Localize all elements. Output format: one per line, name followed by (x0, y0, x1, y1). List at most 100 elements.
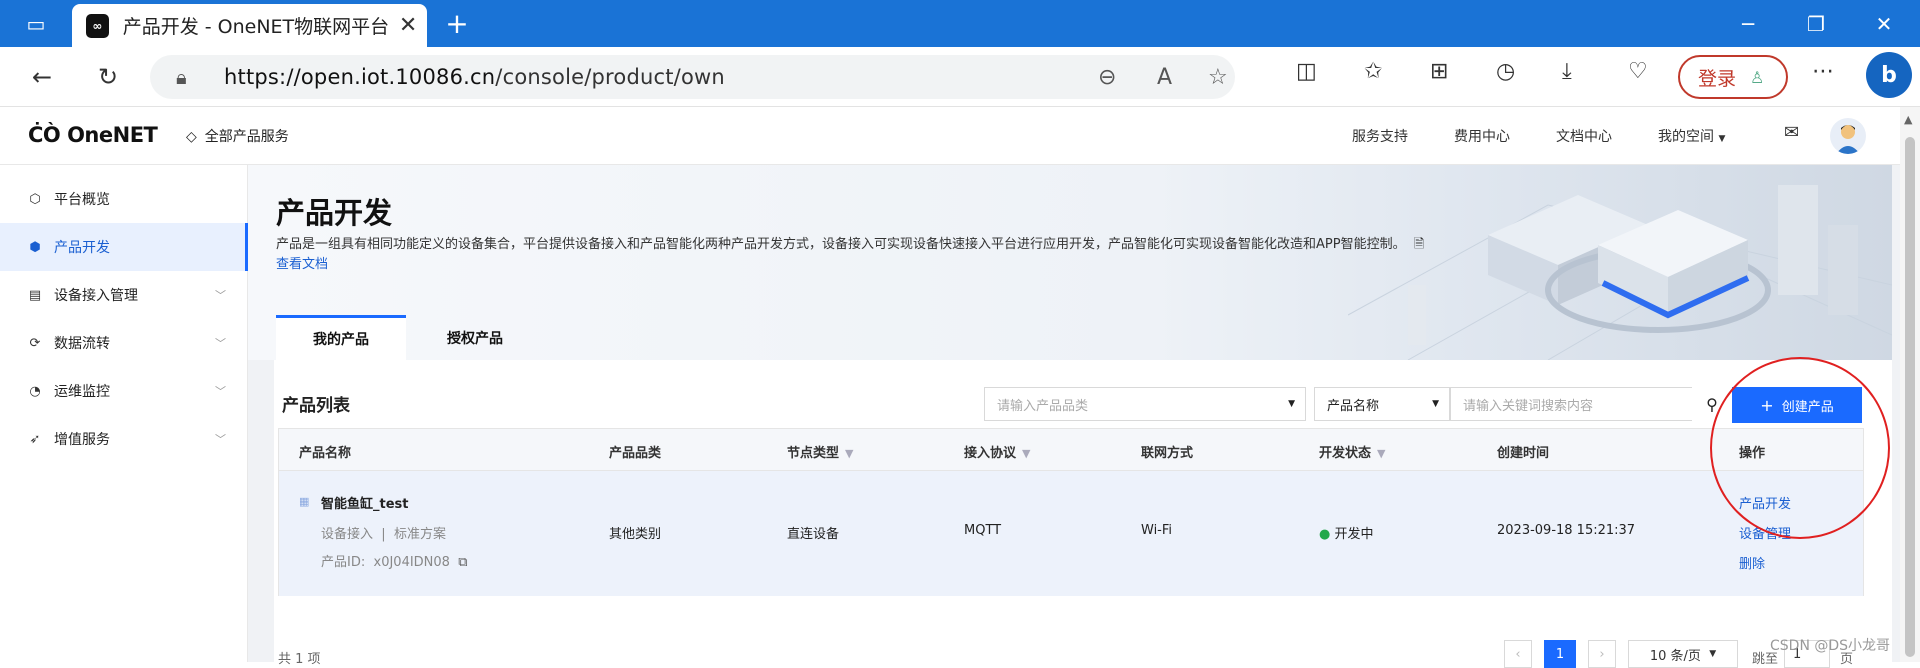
lock-icon: 🔒︎ (176, 65, 187, 89)
sidebar-item-label: 增值服务 (54, 432, 110, 448)
col-network: 联网方式 (1141, 446, 1194, 461)
status-dot-icon: ● (1319, 527, 1331, 542)
col-protocol[interactable]: 接入协议 ▼ (964, 442, 1030, 461)
caret-down-icon: ▼ (1432, 399, 1439, 409)
rocket-icon: ➶ (29, 431, 41, 447)
sidebar-item-overview[interactable]: ⬡ 平台概览 (0, 175, 248, 223)
monitor-icon: ◔ (29, 383, 41, 399)
chevron-down-icon: ﹀ (215, 337, 226, 350)
refresh-icon[interactable]: ↻ (88, 57, 128, 97)
product-id: 产品ID: x0J04IDN08 ⧉ (321, 555, 468, 570)
sidebar-item-device-access[interactable]: ▤ 设备接入管理 ﹀ (0, 271, 248, 319)
prev-page-button[interactable]: ‹ (1504, 640, 1532, 668)
favorite-star-icon[interactable]: ☆ (1208, 65, 1228, 90)
sidebar-item-dataflow[interactable]: ⟳ 数据流转 ﹀ (0, 319, 248, 367)
new-tab-icon[interactable]: + (427, 0, 487, 47)
split-screen-icon[interactable]: ◫ (1296, 59, 1317, 84)
browser-essentials-icon[interactable]: ♡ (1628, 59, 1648, 84)
watermark: CSDN @DS小龙哥 (1770, 638, 1891, 654)
sidebar-item-label: 数据流转 (54, 336, 110, 352)
login-label: 登录 (1698, 67, 1737, 90)
cube-icon: ⬢ (29, 239, 41, 255)
col-node-type[interactable]: 节点类型 ▼ (787, 442, 853, 461)
sidebar-item-monitoring[interactable]: ◔ 运维监控 ﹀ (0, 367, 248, 415)
chevron-down-icon: ﹀ (215, 289, 226, 302)
address-bar[interactable]: 🔒︎ https://open.iot.10086.cn/console/pro… (150, 55, 1235, 99)
back-icon[interactable]: ← (22, 57, 62, 97)
sidebar: ⬡ 平台概览 ⬢ 产品开发 ▤ 设备接入管理 ﹀ ⟳ 数据流转 ﹀ ◔ 运维监控 ﹀ ➶ 增值服务… (0, 165, 248, 662)
view-docs-link[interactable]: 查看文档 (276, 257, 328, 272)
page-size-select[interactable]: 10 条/页 ▼ (1628, 640, 1738, 668)
caret-down-icon: ▼ (1709, 649, 1717, 659)
cell-status: ● 开发中 (1319, 527, 1374, 542)
product-list-title: 产品列表 (282, 396, 350, 416)
category-select[interactable]: 请输入产品品类 ▼ (984, 387, 1306, 421)
history-icon[interactable]: ◷ (1496, 59, 1515, 84)
search-input[interactable]: 请输入关键词搜索内容 (1450, 387, 1720, 421)
header-link-support[interactable]: 服务支持 (1352, 126, 1408, 146)
table-row: ▦ 智能鱼缸_test 设备接入 | 标准方案 产品ID: x0J04IDN08… (279, 471, 1863, 596)
download-icon[interactable]: ⤓ (1562, 59, 1572, 84)
annotation-circle (1710, 357, 1890, 539)
onenet-logo[interactable]: ĊÒ OneNET (28, 123, 158, 147)
page-title: 产品开发 (276, 196, 393, 230)
zoom-out-icon[interactable]: ⊖ (1098, 65, 1116, 90)
sidebar-item-label: 产品开发 (54, 240, 110, 256)
product-table: 产品名称 产品品类 节点类型 ▼ 接入协议 ▼ 联网方式 开发状态 ▼ 创建时间 操作… (278, 428, 1864, 596)
product-type-icon: ▦ (299, 495, 310, 508)
more-menu-icon[interactable]: ⋯ (1812, 59, 1834, 84)
page-banner: 产品开发 产品是一组具有相同功能定义的设备集合，平台提供设备接入和产品智能化两种… (248, 165, 1892, 360)
overview-icon: ⬡ (29, 191, 41, 207)
onenet-favicon-icon: ∞ (86, 13, 109, 38)
read-aloud-icon[interactable]: A (1157, 65, 1172, 90)
tab-authorized-products[interactable]: 授权产品 (410, 315, 540, 360)
cell-category: 其他类别 (609, 527, 662, 542)
chevron-down-icon: ﹀ (215, 433, 226, 446)
restore-icon[interactable]: ❐ (1780, 0, 1852, 47)
page-viewport: ĊÒ OneNET ◇ 全部产品服务 服务支持 费用中心 文档中心 我的空间 ▼ … (0, 107, 1900, 662)
sidebar-item-label: 设备接入管理 (54, 288, 138, 304)
device-icon: ▤ (28, 287, 42, 303)
favorites-icon[interactable]: ✩ (1364, 59, 1382, 84)
collections-icon[interactable]: ⊞ (1430, 59, 1448, 84)
dataflow-icon: ⟳ (29, 335, 41, 351)
sidebar-item-product-dev[interactable]: ⬢ 产品开发 (0, 223, 248, 271)
browser-tab-strip: ▭ ∞ 产品开发 - OneNET物联网平台 ✕ + ─ ❐ ✕ (0, 0, 1920, 47)
sidebar-item-label: 平台概览 (54, 192, 110, 208)
tab-my-products[interactable]: 我的产品 (276, 315, 406, 360)
mail-icon[interactable]: ✉ (1784, 122, 1799, 143)
col-category: 产品品类 (609, 446, 662, 461)
close-window-icon[interactable]: ✕ (1848, 0, 1920, 47)
table-header: 产品名称 产品品类 节点类型 ▼ 接入协议 ▼ 联网方式 开发状态 ▼ 创建时间 操作 (279, 429, 1863, 471)
scrollbar-thumb[interactable] (1905, 137, 1915, 657)
document-icon: 🗎︎ (1413, 237, 1425, 252)
close-tab-icon[interactable]: ✕ (389, 13, 427, 38)
header-link-billing[interactable]: 费用中心 (1454, 126, 1510, 146)
caret-down-icon: ▼ (1718, 134, 1726, 144)
page-scrollbar[interactable]: ▲ (1900, 107, 1920, 662)
bing-copilot-icon[interactable]: b (1866, 52, 1912, 98)
product-access-info: 设备接入 | 标准方案 (321, 527, 446, 542)
field-select[interactable]: 产品名称 ▼ (1314, 387, 1450, 421)
cell-network: Wi-Fi (1141, 523, 1173, 538)
minimize-icon[interactable]: ─ (1712, 0, 1784, 47)
product-list-panel: 产品列表 请输入产品品类 ▼ 产品名称 ▼ 请输入关键词搜索内容 ⚲ + 创建产品 产… (274, 360, 1892, 662)
all-services-menu[interactable]: ◇ 全部产品服务 (186, 126, 289, 146)
total-count: 共 1 项 (278, 652, 321, 667)
user-avatar[interactable] (1830, 118, 1866, 154)
browser-tab[interactable]: ∞ 产品开发 - OneNET物联网平台 ✕ (72, 4, 427, 47)
header-link-my-space[interactable]: 我的空间 ▼ (1658, 126, 1725, 146)
action-delete-link[interactable]: 删除 (1739, 553, 1765, 572)
scroll-up-icon: ▲ (1904, 113, 1913, 126)
copy-icon[interactable]: ⧉ (458, 555, 467, 570)
header-link-docs[interactable]: 文档中心 (1556, 126, 1612, 146)
site-header: ĊÒ OneNET ◇ 全部产品服务 服务支持 费用中心 文档中心 我的空间 ▼ … (0, 107, 1900, 165)
page-number-current[interactable]: 1 (1544, 640, 1576, 668)
cell-node-type: 直连设备 (787, 527, 840, 542)
col-status[interactable]: 开发状态 ▼ (1319, 442, 1385, 461)
sidebar-item-value-added[interactable]: ➶ 增值服务 ﹀ (0, 415, 248, 463)
login-button[interactable]: 登录 ♙ (1678, 55, 1788, 99)
tab-actions-icon[interactable]: ▭ (0, 0, 72, 47)
next-page-button[interactable]: › (1588, 640, 1616, 668)
product-name: 智能鱼缸_test (321, 497, 409, 512)
